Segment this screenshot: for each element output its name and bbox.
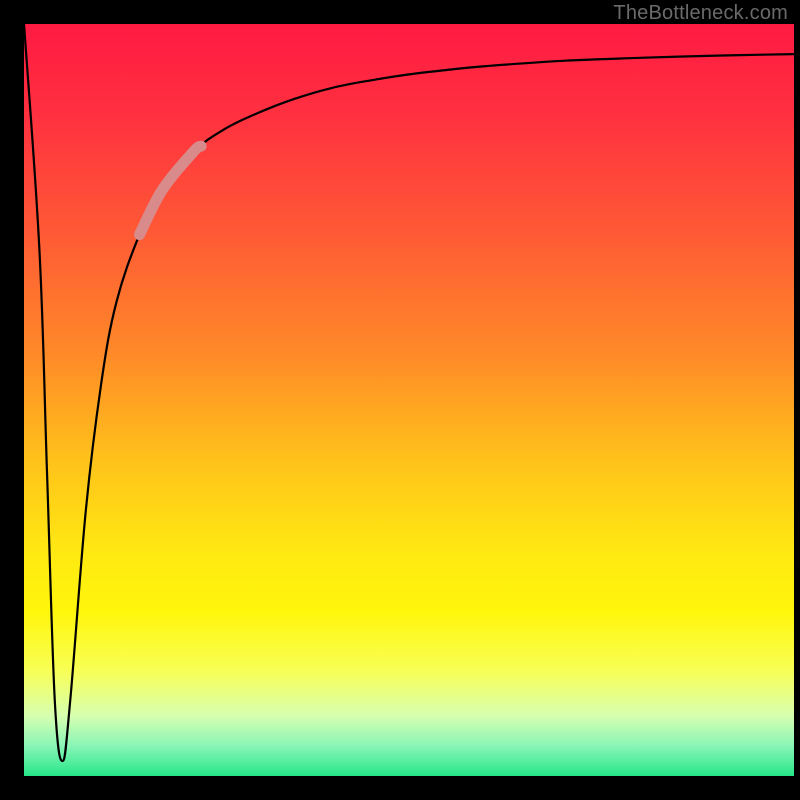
attribution-text: TheBottleneck.com (613, 2, 788, 25)
curve-highlight-segment (140, 146, 202, 234)
curve-svg (24, 24, 794, 776)
chart-stage: TheBottleneck.com (0, 0, 800, 800)
plot-area (24, 24, 794, 776)
bottleneck-curve-path (24, 24, 794, 761)
